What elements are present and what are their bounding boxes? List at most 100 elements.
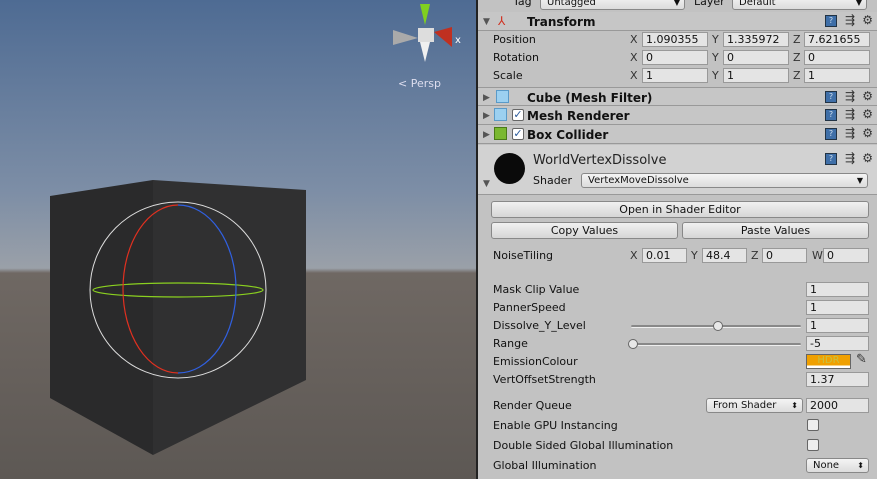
box-collider-header[interactable]: ▶ ✓ Box Collider ? ⇶ ⚙ xyxy=(478,125,877,144)
rotation-z[interactable]: 0 xyxy=(804,50,870,65)
transform-header[interactable]: ▼ ⅄ Transform ? ⇶ ⚙ xyxy=(478,12,877,31)
axis-x: X xyxy=(630,33,638,46)
layer-dropdown[interactable]: Default ▼ xyxy=(732,0,867,10)
help-icon[interactable]: ? xyxy=(825,153,837,165)
expand-arrow-icon[interactable]: ▶ xyxy=(483,130,490,140)
scale-x[interactable]: 1 xyxy=(642,68,708,83)
double-sided-gi-label: Double Sided Global Illumination xyxy=(493,439,674,452)
mesh-renderer-icon xyxy=(494,108,507,121)
tag-value: Untagged xyxy=(547,0,596,8)
rotation-y[interactable]: 0 xyxy=(723,50,789,65)
vert-offset-field[interactable]: 1.37 xyxy=(806,372,869,387)
render-queue-dropdown[interactable]: From Shader ⬍ xyxy=(706,398,803,413)
render-queue-mode: From Shader xyxy=(713,400,777,411)
position-row: Position X 1.090355 Y 1.335972 Z 7.621655 xyxy=(478,31,877,49)
shader-value: VertexMoveDissolve xyxy=(588,175,689,186)
inspector-panel: Tag Untagged ▼ Layer Default ▼ ▼ ⅄ Transfo… xyxy=(478,0,877,479)
render-queue-field[interactable]: 2000 xyxy=(806,398,869,413)
axis-w: W xyxy=(812,249,823,262)
gear-icon[interactable]: ⚙ xyxy=(862,89,873,103)
open-shader-editor-button[interactable]: Open in Shader Editor xyxy=(491,201,869,218)
render-queue-label: Render Queue xyxy=(493,399,572,412)
paste-values-button[interactable]: Paste Values xyxy=(682,222,869,239)
gear-icon[interactable]: ⚙ xyxy=(862,126,873,140)
dissolve-slider-knob[interactable] xyxy=(713,321,723,331)
dissolve-field[interactable]: 1 xyxy=(806,318,869,333)
gear-icon[interactable]: ⚙ xyxy=(862,151,873,165)
mesh-filter-header[interactable]: ▶ Cube (Mesh Filter) ? ⇶ ⚙ xyxy=(478,87,877,106)
cube-front-face xyxy=(153,180,306,455)
noise-w[interactable]: 0 xyxy=(823,248,869,263)
scale-z[interactable]: 1 xyxy=(804,68,870,83)
noise-z[interactable]: 0 xyxy=(762,248,807,263)
collapse-arrow-icon[interactable]: ▼ xyxy=(483,17,490,27)
mesh-renderer-enabled-checkbox[interactable]: ✓ xyxy=(512,109,524,121)
axis-x: X xyxy=(630,51,638,64)
double-sided-gi-checkbox[interactable] xyxy=(807,439,819,451)
copy-values-button[interactable]: Copy Values xyxy=(491,222,678,239)
transform-title: Transform xyxy=(527,15,596,29)
range-slider-track[interactable] xyxy=(631,343,801,346)
help-icon[interactable]: ? xyxy=(825,128,837,140)
axis-x: X xyxy=(630,249,638,262)
mesh-filter-icon xyxy=(496,90,509,103)
preset-icon[interactable]: ⇶ xyxy=(845,89,855,103)
gi-value: None xyxy=(813,460,840,471)
transform-icon: ⅄ xyxy=(498,14,506,28)
preset-icon[interactable]: ⇶ xyxy=(845,13,855,27)
noise-tiling-label: NoiseTiling xyxy=(493,249,554,262)
noise-x[interactable]: 0.01 xyxy=(642,248,687,263)
expand-arrow-icon[interactable]: ▶ xyxy=(483,93,490,103)
position-y[interactable]: 1.335972 xyxy=(723,32,789,47)
scale-y[interactable]: 1 xyxy=(723,68,789,83)
axis-y: Y xyxy=(691,249,698,262)
mask-clip-label: Mask Clip Value xyxy=(493,283,580,296)
collapse-arrow-icon[interactable]: ▼ xyxy=(483,179,490,189)
preset-icon[interactable]: ⇶ xyxy=(845,126,855,140)
position-z[interactable]: 7.621655 xyxy=(804,32,870,47)
range-slider-knob[interactable] xyxy=(628,339,638,349)
gear-icon[interactable]: ⚙ xyxy=(862,107,873,121)
expand-arrow-icon[interactable]: ▶ xyxy=(483,111,490,121)
tag-label: Tag xyxy=(513,0,532,8)
gpu-instancing-label: Enable GPU Instancing xyxy=(493,419,618,432)
preset-icon[interactable]: ⇶ xyxy=(845,107,855,121)
emission-label: EmissionColour xyxy=(493,355,578,368)
help-icon[interactable]: ? xyxy=(825,91,837,103)
emission-color-swatch[interactable]: HDR xyxy=(806,354,851,369)
gpu-instancing-checkbox[interactable] xyxy=(807,419,819,431)
global-illumination-dropdown[interactable]: None ⬍ xyxy=(806,458,869,473)
box-collider-enabled-checkbox[interactable]: ✓ xyxy=(512,128,524,140)
persp-text: Persp xyxy=(410,77,441,90)
range-field[interactable]: -5 xyxy=(806,336,869,351)
mesh-renderer-header[interactable]: ▶ ✓ Mesh Renderer ? ⇶ ⚙ xyxy=(478,106,877,125)
global-illumination-label: Global Illumination xyxy=(493,459,597,472)
shader-label: Shader xyxy=(533,174,572,187)
persp-label[interactable]: < Persp xyxy=(398,77,441,90)
scene-view[interactable]: x < Persp xyxy=(0,0,476,479)
row-label: Position xyxy=(493,33,536,46)
panner-speed-label: PannerSpeed xyxy=(493,301,566,314)
tag-dropdown[interactable]: Untagged ▼ xyxy=(540,0,685,10)
material-name: WorldVertexDissolve xyxy=(533,153,667,168)
range-label: Range xyxy=(493,337,528,350)
rotation-x[interactable]: 0 xyxy=(642,50,708,65)
component-title: Mesh Renderer xyxy=(527,109,630,123)
cube-left-face xyxy=(50,180,153,455)
panner-speed-field[interactable]: 1 xyxy=(806,300,869,315)
help-icon[interactable]: ? xyxy=(825,15,837,27)
position-x[interactable]: 1.090355 xyxy=(642,32,708,47)
axis-z: Z xyxy=(793,69,801,82)
noise-y[interactable]: 48.4 xyxy=(702,248,747,263)
gear-icon[interactable]: ⚙ xyxy=(862,13,873,27)
hdr-label: HDR xyxy=(817,355,840,366)
preset-icon[interactable]: ⇶ xyxy=(845,151,855,165)
axis-y: Y xyxy=(712,51,719,64)
scale-row: Scale X1 Y1 Z1 xyxy=(478,67,877,85)
shader-dropdown[interactable]: VertexMoveDissolve ▼ xyxy=(581,173,868,188)
eyedropper-icon[interactable]: ✎ xyxy=(856,352,867,367)
mask-clip-field[interactable]: 1 xyxy=(806,282,869,297)
row-label: Scale xyxy=(493,69,523,82)
material-header[interactable]: ▼ WorldVertexDissolve Shader VertexMoveD… xyxy=(478,145,877,195)
help-icon[interactable]: ? xyxy=(825,109,837,121)
